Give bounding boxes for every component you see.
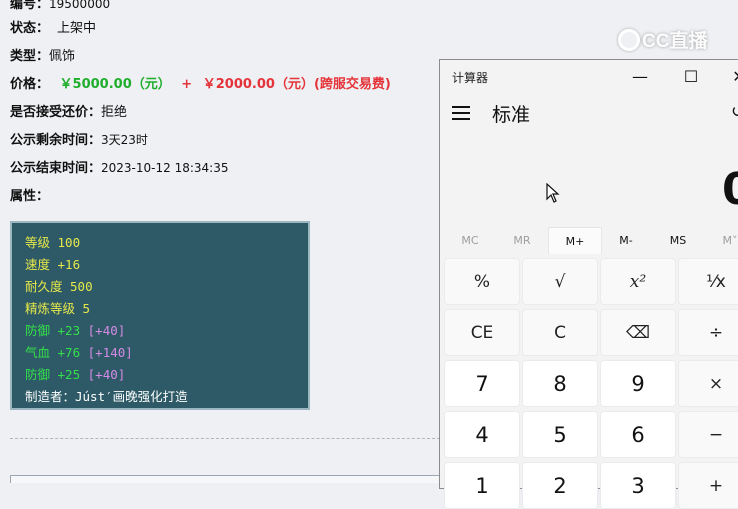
attribute-bonus: [+40]	[87, 323, 126, 338]
attribute-text: 等级 100	[25, 235, 81, 250]
digit-1-key[interactable]: 1	[444, 462, 520, 509]
backspace-key[interactable]: ⌫	[600, 309, 676, 356]
item-id-label: 编号：	[10, 0, 50, 12]
price-plus: +	[181, 77, 193, 92]
remaining-time-value: 3天23时	[101, 133, 148, 147]
hamburger-menu-icon[interactable]	[452, 106, 470, 120]
attribute-text: 防御 +23	[25, 323, 81, 338]
item-counter-offer-row: 是否接受还价：拒绝	[10, 101, 127, 120]
attribute-panel: 等级 100 速度 +16 耐久度 500 精炼等级 5 防御 +23 [+40…	[10, 221, 310, 410]
calculator-title: 计算器	[452, 71, 489, 85]
maximize-button[interactable]: ☐	[676, 64, 706, 88]
square-key[interactable]: x²	[600, 258, 676, 305]
memory-subtract-button[interactable]: M-	[600, 227, 652, 253]
attribute-line: 防御 +23 [+40]	[25, 320, 308, 342]
mouse-cursor-icon	[546, 183, 560, 203]
digit-4-key[interactable]: 4	[444, 411, 520, 458]
calculator-window: 计算器 — ☐ ✕ 标准 ↺ 0 MC MR M+ M- MS M˅ % √ x…	[439, 59, 738, 509]
calculator-display: 0	[722, 164, 738, 215]
digit-5-key[interactable]: 5	[522, 411, 598, 458]
memory-recall-button[interactable]: MR	[496, 227, 548, 253]
history-icon[interactable]: ↺	[731, 102, 738, 122]
attribute-line: 耐久度 500	[25, 276, 308, 298]
watermark-text: CC直播	[642, 31, 708, 52]
item-type-value: 佩饰	[49, 49, 76, 64]
item-status-value: 上架中	[57, 21, 97, 36]
item-price-label: 价格：	[10, 77, 50, 92]
calculator-mode: 标准	[492, 104, 531, 126]
counter-offer-label: 是否接受还价：	[10, 105, 102, 120]
price-main: ￥5000.00（元）	[59, 77, 171, 92]
divider	[10, 438, 440, 439]
minimize-button[interactable]: —	[625, 64, 655, 88]
item-status-label: 状态：	[10, 21, 50, 36]
counter-offer-value: 拒绝	[101, 105, 128, 120]
item-remaining-row: 公示剩余时间：3天23时	[10, 129, 148, 148]
price-fee: ￥2000.00（元）(跨服交易费)	[202, 77, 391, 92]
square-root-key[interactable]: √	[522, 258, 598, 305]
item-id-row: 编号：19500000	[10, 0, 110, 12]
item-price-row: 价格： ￥5000.00（元） + ￥2000.00（元）(跨服交易费)	[10, 73, 391, 92]
memory-store-button[interactable]: MS	[652, 227, 704, 253]
memory-add-button[interactable]: M+	[548, 227, 602, 254]
attribute-line: 精炼等级 5	[25, 298, 308, 320]
remaining-time-label: 公示剩余时间：	[10, 133, 102, 148]
end-time-value: 2023-10-12 18:34:35	[101, 161, 229, 175]
end-time-label: 公示结束时间：	[10, 161, 102, 176]
multiply-key[interactable]: ×	[678, 360, 738, 407]
digit-3-key[interactable]: 3	[600, 462, 676, 509]
attribute-text: 制造者：Júst′画晚强化打造	[25, 389, 188, 404]
item-id-value: 19500000	[49, 0, 111, 11]
attribute-text: 精炼等级 5	[25, 301, 91, 316]
attributes-label: 属性：	[10, 189, 50, 204]
subtract-key[interactable]: −	[678, 411, 738, 458]
item-type-label: 类型：	[10, 49, 50, 64]
attribute-line: 气血 +76 [+140]	[25, 342, 308, 364]
attribute-line: 防御 +25 [+40]	[25, 364, 308, 386]
item-attributes-row: 属性：	[10, 185, 49, 204]
digit-2-key[interactable]: 2	[522, 462, 598, 509]
attribute-text: 防御 +25	[25, 367, 81, 382]
digit-8-key[interactable]: 8	[522, 360, 598, 407]
close-button[interactable]: ✕	[724, 64, 738, 88]
memory-clear-button[interactable]: MC	[444, 227, 496, 253]
attribute-line: 速度 +16	[25, 254, 308, 276]
item-type-row: 类型：佩饰	[10, 45, 75, 64]
memory-list-button[interactable]: M˅	[704, 227, 738, 253]
clear-key[interactable]: C	[522, 309, 598, 356]
attribute-bonus: [+40]	[87, 367, 126, 382]
cc-logo-icon	[618, 28, 640, 51]
attribute-text: 耐久度 500	[25, 279, 93, 294]
item-end-time-row: 公示结束时间：2023-10-12 18:34:35	[10, 157, 228, 176]
attribute-text: 气血 +76	[25, 345, 81, 360]
divide-key[interactable]: ÷	[678, 309, 738, 356]
digit-6-key[interactable]: 6	[600, 411, 676, 458]
attribute-text: 速度 +16	[25, 257, 81, 272]
percent-key[interactable]: %	[444, 258, 520, 305]
digit-9-key[interactable]: 9	[600, 360, 676, 407]
reciprocal-key[interactable]: ¹⁄x	[678, 258, 738, 305]
digit-7-key[interactable]: 7	[444, 360, 520, 407]
attribute-line: 制造者：Júst′画晚强化打造	[25, 386, 308, 408]
attribute-bonus: [+140]	[87, 345, 133, 360]
add-key[interactable]: +	[678, 462, 738, 509]
stream-watermark: CC直播	[618, 26, 707, 53]
clear-entry-key[interactable]: CE	[444, 309, 520, 356]
item-status-row: 状态： 上架中	[10, 17, 96, 36]
attribute-line: 等级 100	[25, 232, 308, 254]
